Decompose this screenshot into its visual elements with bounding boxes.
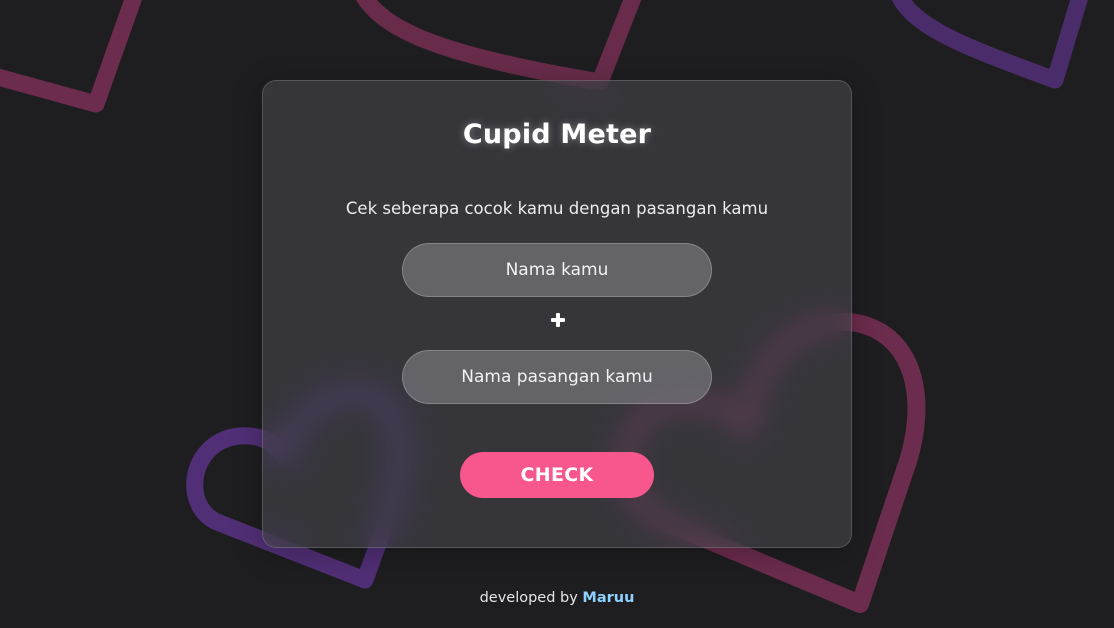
page-title: Cupid Meter [462, 119, 652, 150]
footer-prefix: developed by [479, 590, 583, 606]
heart-icon [891, 0, 1088, 89]
footer: developed by Maruu [0, 590, 1114, 606]
heart-icon [355, 0, 642, 91]
heart-icon [0, 0, 142, 113]
app-window: Cupid Meter Cek seberapa cocok kamu deng… [0, 0, 1114, 628]
plus-icon [551, 313, 565, 327]
page-subtitle: Cek seberapa cocok kamu dengan pasangan … [345, 199, 769, 218]
cupid-meter-card: Cupid Meter Cek seberapa cocok kamu deng… [262, 80, 852, 548]
partner-name-input[interactable] [402, 350, 712, 404]
your-name-input[interactable] [402, 243, 712, 297]
check-button[interactable]: CHECK [460, 452, 654, 498]
author-link[interactable]: Maruu [582, 590, 634, 606]
